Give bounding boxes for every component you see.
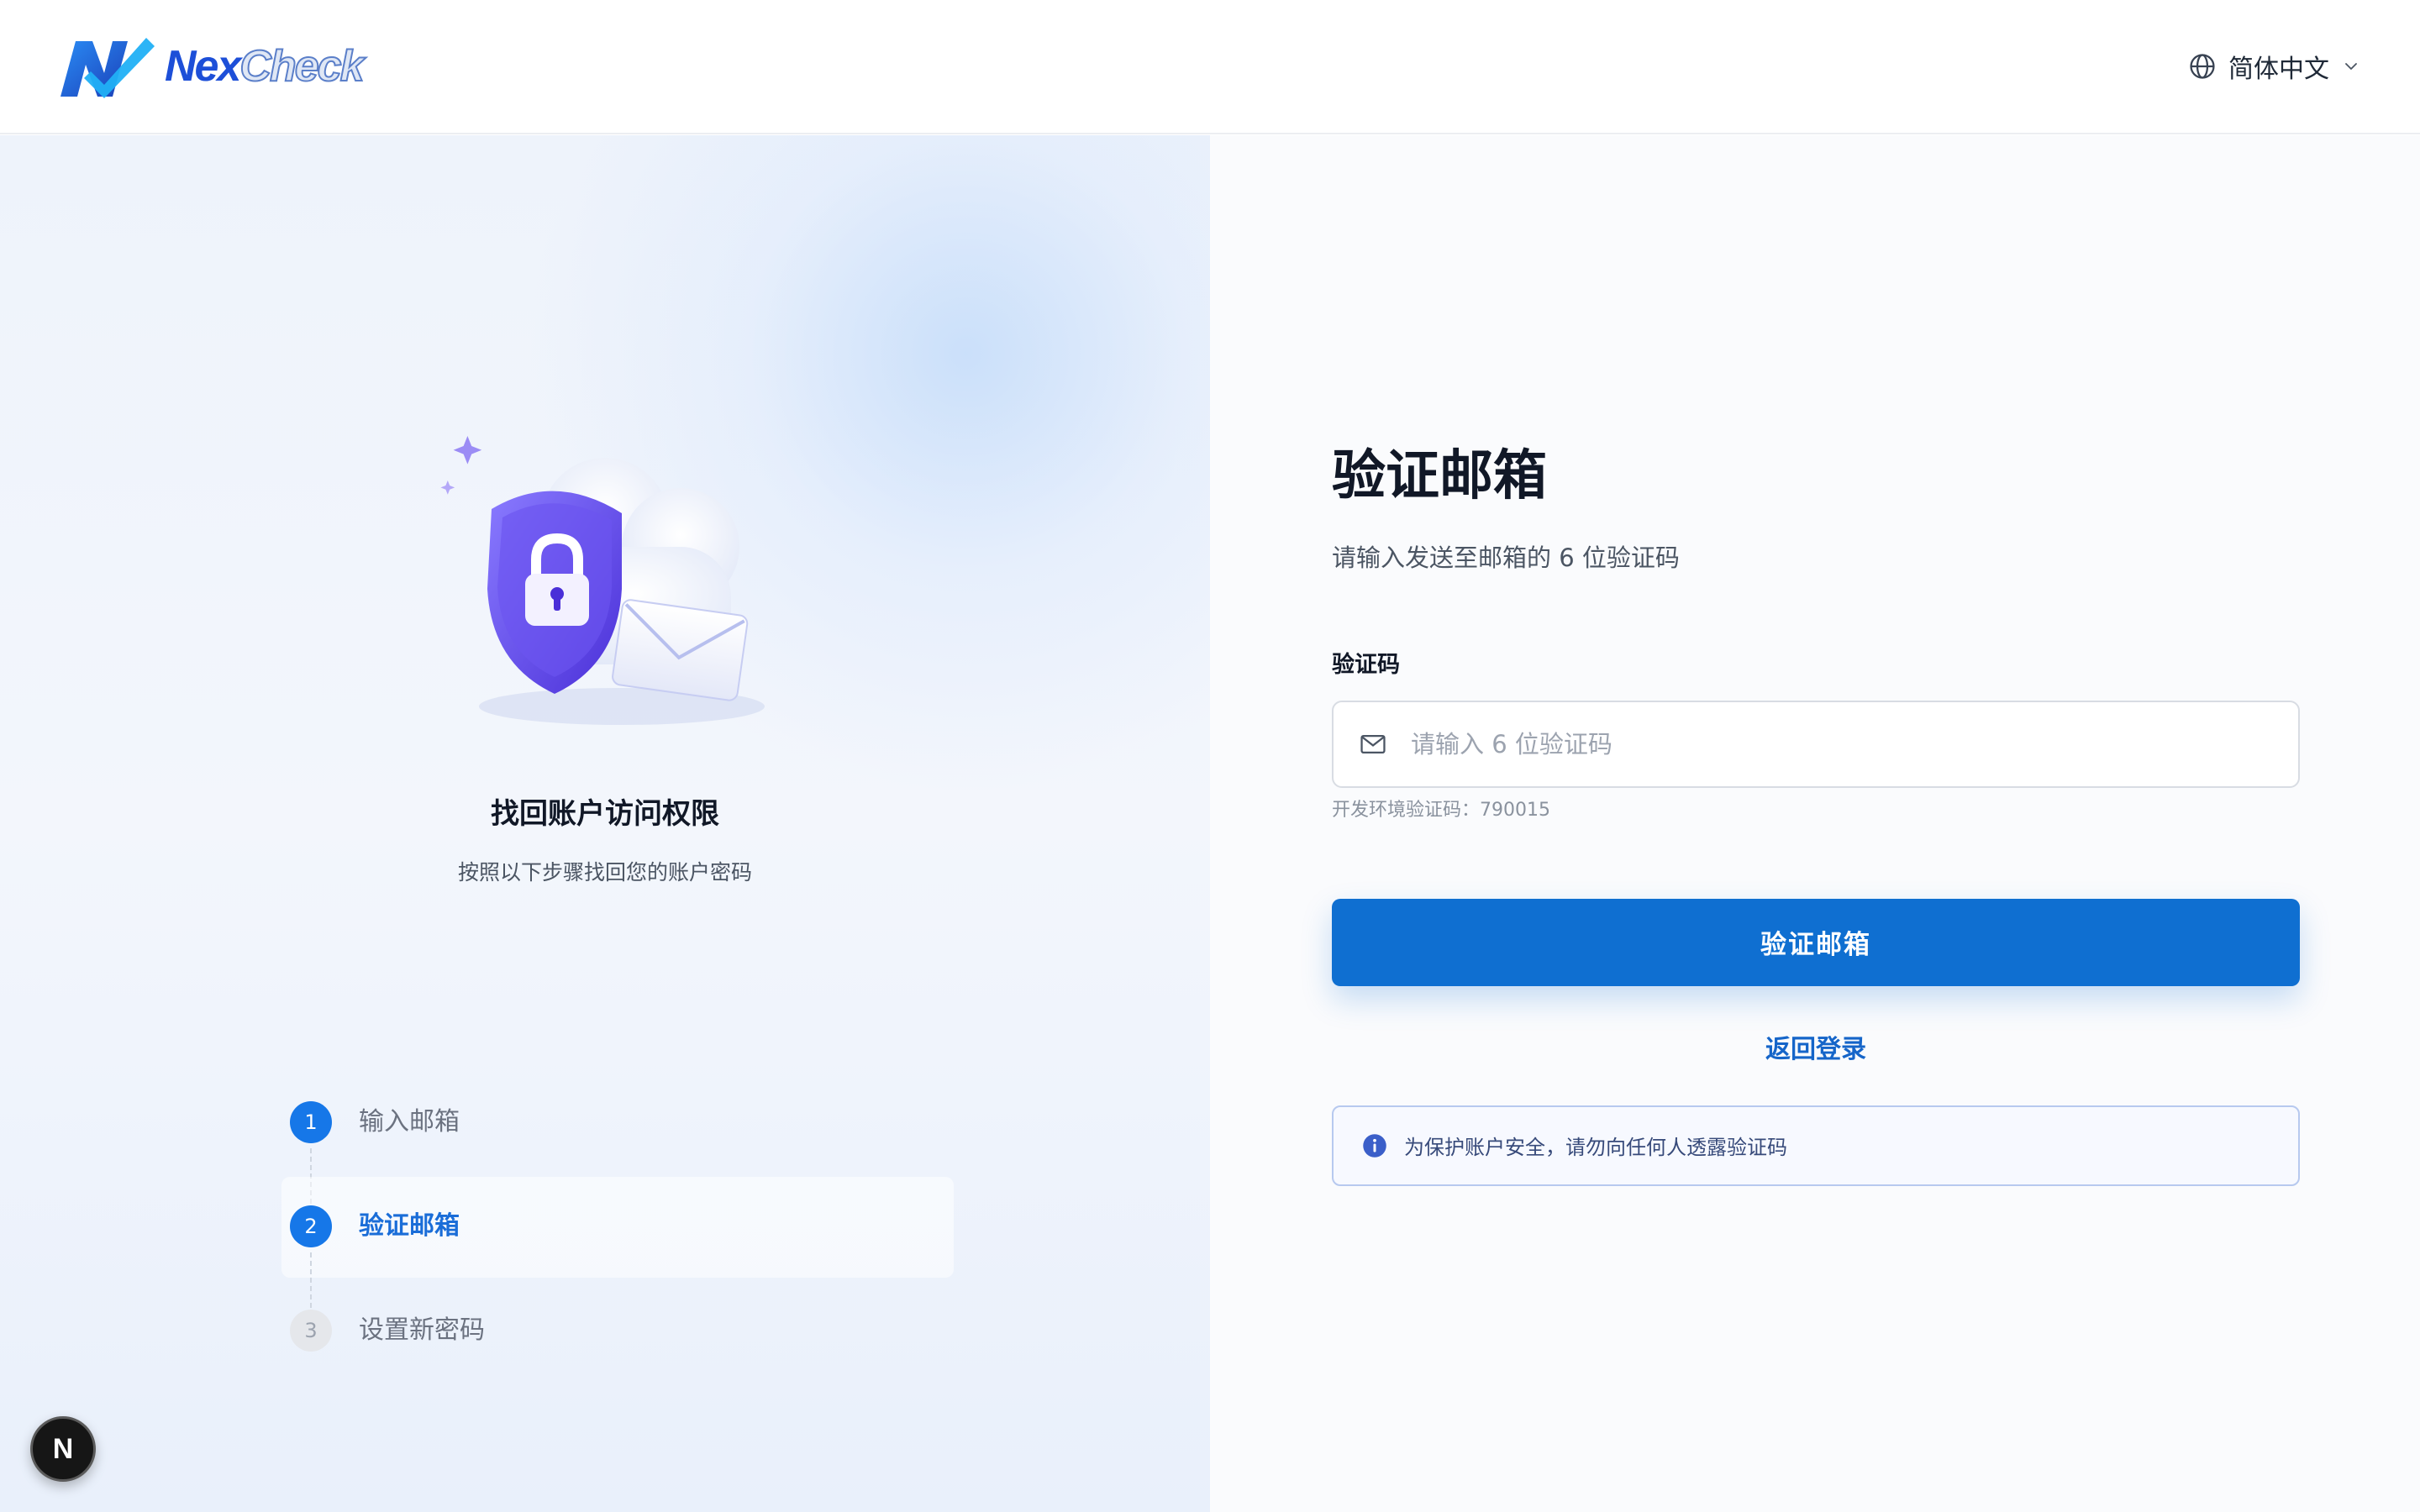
- mail-icon: [1360, 734, 1386, 753]
- info-icon: [1363, 1133, 1386, 1158]
- step-number: 1: [290, 1101, 332, 1143]
- logo-text-nex: Nex: [165, 42, 241, 91]
- logo-text-check: Check: [239, 41, 365, 92]
- form-title: 验证邮箱: [1332, 445, 1547, 507]
- top-header: NexCheck 简体中文: [0, 0, 2420, 134]
- left-panel: 找回账户访问权限 按照以下步骤找回您的账户密码 1 输入邮箱 2 验证邮箱 3 …: [0, 135, 1210, 1512]
- code-field-label: 验证码: [1332, 651, 1400, 678]
- step-label: 输入邮箱: [359, 1107, 460, 1137]
- security-notice-text: 为保护账户安全，请勿向任何人透露验证码: [1404, 1136, 1787, 1160]
- back-to-login-link[interactable]: 返回登录: [1332, 1028, 2300, 1065]
- dev-code-hint: 开发环境验证码：790015: [1332, 799, 1550, 821]
- logo[interactable]: NexCheck: [57, 33, 365, 100]
- language-label: 简体中文: [2228, 55, 2329, 84]
- globe-icon: [2190, 54, 2215, 79]
- dev-tools-badge[interactable]: N: [30, 1416, 96, 1482]
- left-title: 找回账户访问权限: [491, 797, 719, 831]
- language-selector[interactable]: 简体中文: [2188, 48, 2361, 85]
- step-connector: [310, 1252, 312, 1308]
- security-illustration: [440, 436, 765, 725]
- verify-email-form: 验证邮箱 请输入发送至邮箱的 6 位验证码 验证码 开发环境验证码：790015…: [1332, 445, 2300, 1186]
- step-set-password: 3 设置新密码: [290, 1310, 950, 1414]
- logo-wordmark: NexCheck: [165, 41, 365, 92]
- verification-code-input[interactable]: [1411, 729, 2273, 759]
- verify-email-button[interactable]: 验证邮箱: [1332, 898, 2300, 986]
- form-subtitle: 请输入发送至邮箱的 6 位验证码: [1332, 543, 1680, 572]
- nexcheck-logo-icon: [60, 38, 155, 98]
- chevron-down-icon: [2345, 63, 2357, 70]
- security-notice: 为保护账户安全，请勿向任何人透露验证码: [1332, 1105, 2300, 1186]
- right-panel: 验证邮箱 请输入发送至邮箱的 6 位验证码 验证码 开发环境验证码：790015…: [1210, 135, 2420, 1512]
- step-number: 2: [290, 1205, 332, 1247]
- step-label: 设置新密码: [359, 1315, 485, 1345]
- recovery-steps: 1 输入邮箱 2 验证邮箱 3 设置新密码: [281, 1101, 954, 1414]
- step-verify-email: 2 验证邮箱: [281, 1177, 954, 1310]
- code-input-wrapper[interactable]: [1332, 700, 2300, 788]
- step-number: 3: [290, 1310, 332, 1352]
- step-label: 验证邮箱: [359, 1211, 460, 1241]
- left-subtitle: 按照以下步骤找回您的账户密码: [457, 860, 752, 885]
